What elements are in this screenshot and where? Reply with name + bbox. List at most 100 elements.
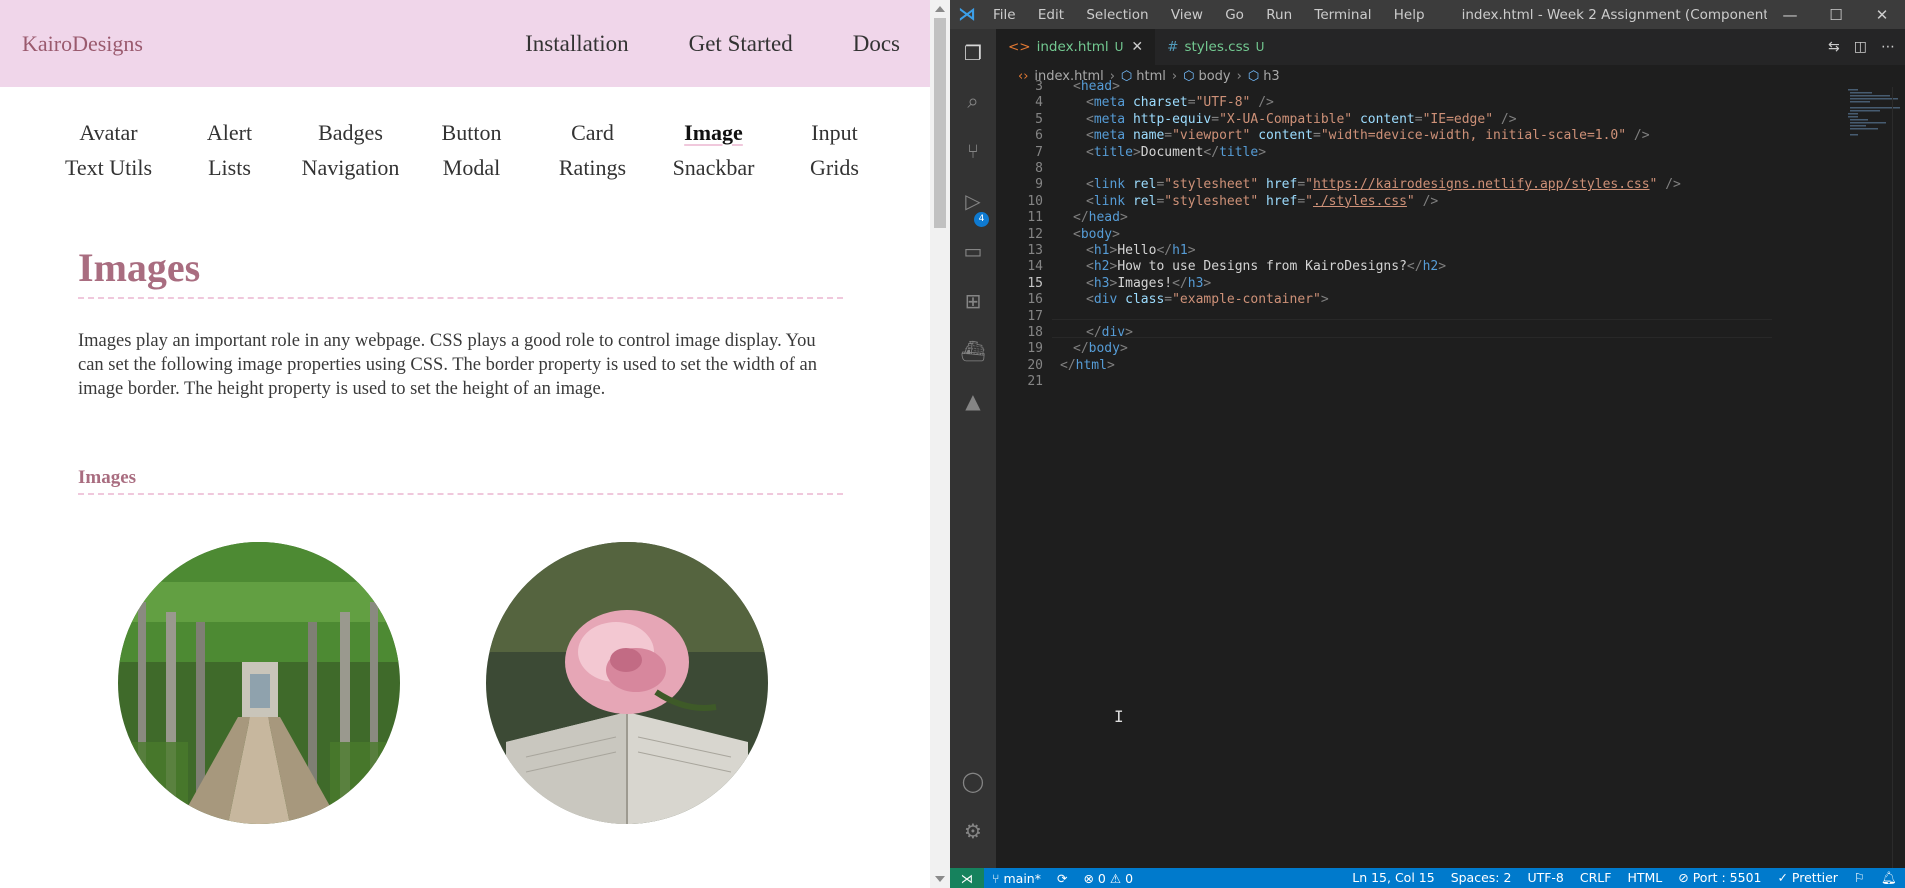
- component-link-lists[interactable]: Lists: [169, 153, 290, 182]
- menu-file[interactable]: File: [993, 7, 1016, 23]
- prettier-status[interactable]: ✓ Prettier: [1777, 870, 1837, 886]
- sync-icon[interactable]: ⟳: [1057, 871, 1067, 886]
- split-editor-icon[interactable]: ◫: [1854, 39, 1867, 55]
- code-editor[interactable]: 3 <head> 4 <meta charset="UTF-8" /> 5 <meta h…: [996, 79, 1905, 868]
- scroll-up-arrow-icon[interactable]: [935, 6, 945, 12]
- component-link-text-utils[interactable]: Text Utils: [48, 153, 169, 182]
- line-endings[interactable]: CRLF: [1580, 870, 1612, 886]
- warning-count: 0: [1125, 870, 1134, 886]
- close-tab-icon[interactable]: ✕: [1131, 39, 1143, 55]
- component-link-modal[interactable]: Modal: [411, 153, 532, 182]
- component-link-ratings[interactable]: Ratings: [532, 153, 653, 182]
- component-link-grids[interactable]: Grids: [774, 153, 895, 182]
- component-nav: Avatar Alert Badges Button Card Image In…: [48, 118, 859, 182]
- explorer-icon[interactable]: ❐: [961, 41, 985, 65]
- notifications-bell-icon[interactable]: 🔔︎: [1881, 870, 1897, 886]
- status-bar: ⋊ ⑂ main* ⟳ ⊗ 0 ⚠ 0 Ln 15, Col 15 Spaces…: [950, 868, 1905, 888]
- docker-icon[interactable]: ⛴: [960, 339, 985, 363]
- indentation[interactable]: Spaces: 2: [1451, 870, 1512, 886]
- code-line[interactable]: 21: [996, 372, 1846, 391]
- browser-scrollbar[interactable]: [930, 0, 950, 888]
- nav-installation[interactable]: Installation: [525, 31, 628, 57]
- window-controls: — ☐ ✕: [1767, 6, 1905, 24]
- html-file-icon: <>: [1008, 39, 1031, 55]
- component-link-navigation[interactable]: Navigation: [290, 153, 411, 182]
- image-flower-book: [486, 542, 768, 824]
- menu-run[interactable]: Run: [1266, 7, 1292, 23]
- port-icon: ⊘: [1678, 870, 1693, 885]
- component-link-avatar[interactable]: Avatar: [48, 118, 169, 147]
- menu-bar: File Edit Selection View Go Run Terminal…: [984, 7, 1434, 23]
- vscode-window: ⋊ File Edit Selection View Go Run Termin…: [950, 0, 1905, 888]
- minimize-icon[interactable]: —: [1767, 6, 1813, 24]
- editor-tabs: <> index.html U ✕ # styles.css U ⇆ ◫ ⋯: [996, 29, 1905, 65]
- scroll-down-arrow-icon[interactable]: [935, 876, 945, 882]
- title-bar: ⋊ File Edit Selection View Go Run Termin…: [950, 0, 1905, 29]
- extensions-icon[interactable]: ⊞: [961, 289, 985, 313]
- port-label: Port : 5501: [1692, 870, 1762, 885]
- tab-label: index.html: [1036, 39, 1109, 55]
- tab-styles-css[interactable]: # styles.css U: [1155, 29, 1276, 65]
- menu-help[interactable]: Help: [1394, 7, 1425, 23]
- problems-indicator[interactable]: ⊗ 0 ⚠ 0: [1083, 871, 1133, 886]
- nav-get-started[interactable]: Get Started: [689, 31, 793, 57]
- component-link-input[interactable]: Input: [774, 118, 895, 147]
- editor-scrollbar[interactable]: [1892, 87, 1905, 868]
- source-control-icon[interactable]: ⑂: [961, 139, 985, 163]
- browser-viewport: KairoDesigns Installation Get Started Do…: [0, 0, 930, 888]
- intro-paragraph: Images play an important role in any web…: [78, 331, 818, 399]
- component-link-alert[interactable]: Alert: [169, 118, 290, 147]
- scroll-thumb[interactable]: [934, 18, 946, 228]
- line-number: 21: [1027, 374, 1043, 390]
- page-title: Images: [78, 244, 843, 299]
- css-file-icon: #: [1167, 39, 1179, 55]
- menu-view[interactable]: View: [1171, 7, 1203, 23]
- prettier-label: Prettier: [1791, 870, 1838, 885]
- cursor-position[interactable]: Ln 15, Col 15: [1352, 870, 1434, 886]
- remote-explorer-icon[interactable]: ▭: [961, 239, 985, 263]
- menu-terminal[interactable]: Terminal: [1314, 7, 1371, 23]
- text-cursor-icon: I: [1114, 707, 1124, 726]
- vscode-logo-icon: ⋊: [958, 4, 976, 25]
- open-changes-icon[interactable]: ⇆: [1828, 39, 1840, 55]
- nav-docs[interactable]: Docs: [853, 31, 900, 57]
- settings-gear-icon[interactable]: ⚙: [961, 819, 985, 843]
- more-actions-icon[interactable]: ⋯: [1881, 39, 1895, 55]
- tab-index-html[interactable]: <> index.html U ✕: [996, 29, 1156, 65]
- azure-icon[interactable]: ▲: [961, 389, 985, 413]
- site-header: KairoDesigns Installation Get Started Do…: [0, 0, 930, 87]
- section-subtitle: Images: [78, 467, 843, 495]
- remote-indicator-icon[interactable]: ⋊: [950, 868, 984, 888]
- check-icon: ✓: [1777, 870, 1792, 885]
- untracked-marker: U: [1255, 40, 1265, 54]
- language-mode[interactable]: HTML: [1627, 870, 1662, 886]
- menu-edit[interactable]: Edit: [1038, 7, 1064, 23]
- account-icon[interactable]: ◯: [961, 769, 985, 793]
- brand-logo[interactable]: KairoDesigns: [22, 31, 143, 57]
- run-debug-icon[interactable]: ▷: [961, 189, 985, 213]
- untracked-marker: U: [1114, 40, 1124, 54]
- search-icon[interactable]: ⌕: [961, 89, 985, 113]
- menu-go[interactable]: Go: [1225, 7, 1244, 23]
- maximize-icon[interactable]: ☐: [1813, 6, 1859, 24]
- close-window-icon[interactable]: ✕: [1859, 6, 1905, 24]
- component-link-badges[interactable]: Badges: [290, 118, 411, 147]
- feedback-icon[interactable]: ⚐: [1854, 870, 1865, 886]
- image-tree-path: [118, 542, 400, 824]
- component-link-card[interactable]: Card: [532, 118, 653, 147]
- main-content: Images Images play an important role in …: [78, 244, 843, 495]
- branch-icon: ⑂: [992, 870, 1004, 886]
- component-link-snackbar[interactable]: Snackbar: [653, 153, 774, 182]
- activity-bar: ❐ ⌕ ⑂ 4 ▷ ▭ ⊞ ⛴ ▲ ◯ ⚙: [950, 29, 996, 868]
- component-link-image[interactable]: Image: [653, 118, 774, 147]
- error-count: 0: [1097, 870, 1106, 886]
- error-icon: ⊗: [1083, 870, 1094, 886]
- warning-icon: ⚠: [1109, 870, 1122, 886]
- git-branch[interactable]: ⑂ main*: [992, 871, 1041, 886]
- encoding[interactable]: UTF-8: [1527, 870, 1563, 886]
- menu-selection[interactable]: Selection: [1086, 7, 1148, 23]
- window-title: index.html - Week 2 Assignment (Componen…: [1461, 6, 1767, 23]
- live-server-port[interactable]: ⊘ Port : 5501: [1678, 870, 1761, 886]
- tab-label: styles.css: [1184, 39, 1250, 55]
- component-link-button[interactable]: Button: [411, 118, 532, 147]
